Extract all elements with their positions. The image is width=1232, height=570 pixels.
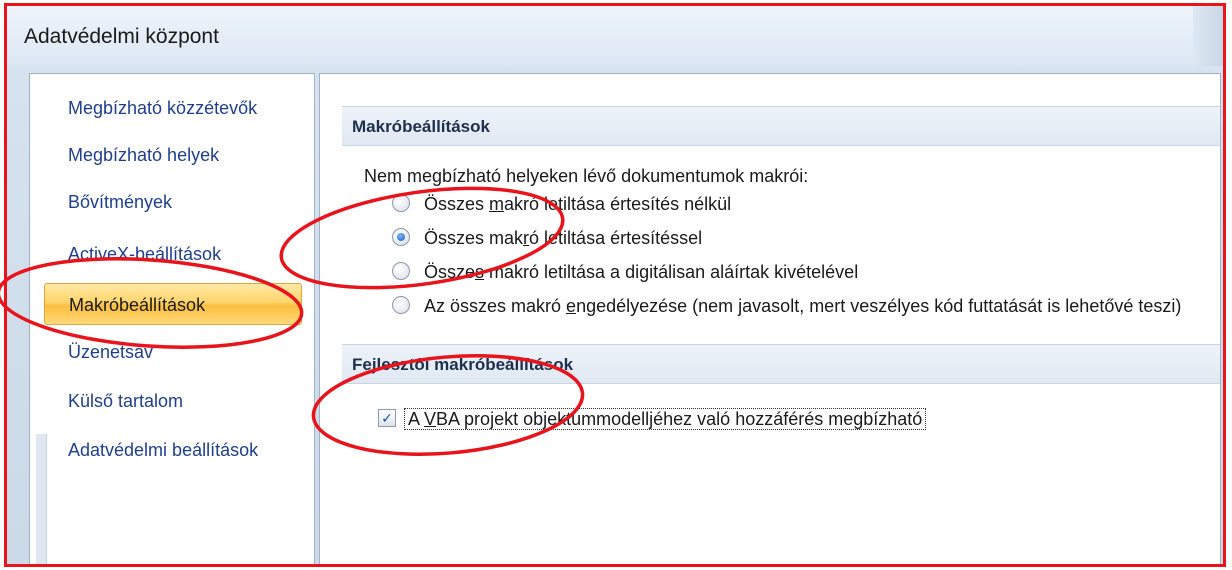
option-label-post: ngedélyezése (nem javasolt, mert veszély…	[576, 296, 1182, 316]
radio-disable-except-signed[interactable]: Összes makró letiltása a digitálisan alá…	[392, 257, 858, 287]
checkbox-label-pre: A	[408, 409, 425, 429]
window-title: Adatvédelmi központ	[24, 25, 219, 48]
sidebar-item-macro-settings[interactable]: Makróbeállítások	[44, 283, 302, 325]
radio-button[interactable]	[392, 262, 410, 281]
option-label-pre: Az összes makró	[424, 296, 567, 316]
sidebar-item-trusted-locations[interactable]: Megbízható helyek	[44, 134, 302, 176]
option-label-post: ó letiltása értesítéssel	[529, 228, 703, 248]
sidebar: Megbízható közzétevők Megbízható helyek …	[29, 73, 315, 564]
radio-enable-all[interactable]: Az összes makró engedélyezése (nem javas…	[392, 291, 1181, 321]
vba-trust-checkbox-row[interactable]: ✓ A VBA projekt objektummodelljéhez való …	[378, 404, 927, 434]
sidebar-item-add-ins[interactable]: Bővítmények	[44, 181, 302, 223]
title-bar: Adatvédelmi központ	[7, 6, 1223, 66]
vba-trust-checkbox[interactable]: ✓	[378, 409, 396, 428]
dialog-window: Adatvédelmi központ Megbízható közzétevő…	[4, 3, 1226, 567]
vba-trust-label: A VBA projekt objektummodelljéhez való h…	[404, 408, 927, 430]
radio-button[interactable]	[392, 194, 410, 213]
untrusted-macros-prompt: Nem megbízható helyeken lévő dokumentumo…	[364, 166, 809, 186]
developer-settings-heading: Fejlesztői makróbeállítások	[342, 344, 1220, 384]
option-label-post: akró letiltása értesítés nélkül	[504, 194, 732, 214]
sidebar-item-external-content[interactable]: Külső tartalom	[44, 380, 302, 422]
title-bar-edge	[1193, 6, 1223, 66]
settings-panel: Makróbeállítások Nem megbízható helyeken…	[319, 73, 1221, 564]
option-label-pre: Összes mak	[424, 228, 524, 248]
sidebar-item-activex[interactable]: ActiveX-beállítások	[44, 233, 302, 275]
option-label-pre: Összes	[424, 194, 490, 214]
option-label-post: makró letiltása a digitálisan aláírtak k…	[484, 262, 859, 282]
option-label-key: e	[566, 296, 577, 316]
sidebar-item-trusted-publishers[interactable]: Megbízható közzétevők	[44, 87, 302, 129]
option-label-key: s	[475, 262, 485, 282]
checkbox-label-post: BA projekt objektummodelljéhez való hozz…	[436, 409, 923, 429]
checkbox-label-key: V	[424, 409, 437, 429]
option-label-pre: Össze	[424, 262, 476, 282]
macro-settings-heading: Makróbeállítások	[342, 106, 1220, 146]
radio-disable-with-notify[interactable]: Összes makró letiltása értesítéssel	[392, 223, 702, 253]
sidebar-item-privacy-options[interactable]: Adatvédelmi beállítások	[44, 429, 302, 471]
radio-button-selected[interactable]	[392, 228, 410, 247]
option-label-key: m	[489, 194, 505, 214]
radio-disable-no-notify[interactable]: Összes makró letiltása értesítés nélkül	[392, 189, 731, 219]
radio-button[interactable]	[392, 296, 410, 315]
sidebar-item-message-bar[interactable]: Üzenetsáv	[44, 331, 302, 373]
